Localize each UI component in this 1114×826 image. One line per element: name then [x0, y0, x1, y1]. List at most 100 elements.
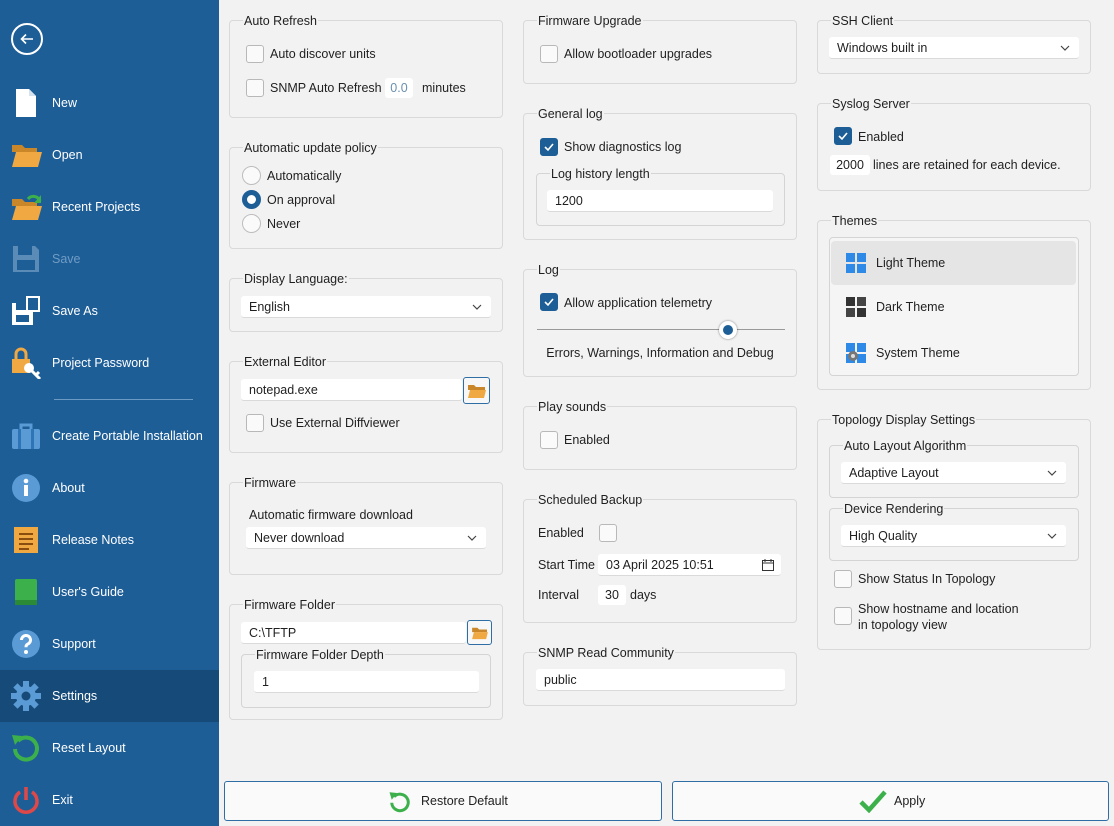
sidebar-item-label: Exit — [52, 793, 73, 807]
save-as-icon — [12, 296, 40, 325]
interval-label: Interval — [538, 588, 579, 602]
sidebar-item-label: Create Portable Installation — [52, 429, 203, 443]
group-title: Firmware — [243, 475, 298, 491]
chevron-down-icon — [1047, 533, 1057, 539]
back-button[interactable] — [11, 23, 43, 55]
syslog-lines-input[interactable]: 2000 — [830, 155, 870, 175]
interval-input[interactable]: 30 — [598, 585, 626, 605]
auto-layout-value: Adaptive Layout — [849, 466, 939, 480]
sidebar-item-recent-projects[interactable]: Recent Projects — [0, 181, 219, 233]
restore-default-label: Restore Default — [421, 794, 508, 808]
group-title: Syslog Server — [831, 96, 911, 112]
play-sounds-checkbox[interactable] — [540, 431, 558, 449]
log-history-input[interactable]: 1200 — [547, 190, 773, 212]
theme-dark-option[interactable]: Dark Theme — [831, 285, 1076, 329]
show-hostname-checkbox[interactable] — [834, 607, 852, 625]
auto-discover-checkbox[interactable] — [246, 45, 264, 63]
sidebar-item-save[interactable]: Save — [0, 233, 219, 285]
sidebar-item-label: Support — [52, 637, 96, 651]
sidebar-item-project-password[interactable]: Project Password — [0, 337, 219, 389]
show-status-label: Show Status In Topology — [858, 572, 996, 586]
firmware-folder-depth-input[interactable]: 1 — [254, 671, 479, 693]
bootloader-upgrade-label: Allow bootloader upgrades — [564, 47, 713, 61]
checkmark-icon — [838, 132, 848, 141]
policy-automatically-radio[interactable] — [242, 166, 261, 185]
group-title: Log — [537, 262, 560, 278]
theme-light-option[interactable]: Light Theme — [831, 241, 1076, 285]
policy-never-radio[interactable] — [242, 214, 261, 233]
group-title: Device Rendering — [843, 501, 945, 517]
telemetry-label: Allow application telemetry — [564, 296, 712, 310]
show-diagnostics-label: Show diagnostics log — [564, 140, 682, 154]
group-title: Firmware Folder — [243, 597, 336, 613]
start-time-picker[interactable]: 03 April 2025 10:51 — [598, 554, 781, 576]
ssh-client-value: Windows built in — [837, 41, 928, 55]
group-title: Scheduled Backup — [537, 492, 644, 508]
sidebar-item-release-notes[interactable]: Release Notes — [0, 514, 219, 566]
sidebar-item-reset-layout[interactable]: Reset Layout — [0, 722, 219, 774]
ssh-client-dropdown[interactable]: Windows built in — [829, 37, 1079, 59]
external-diffviewer-checkbox[interactable] — [246, 414, 264, 432]
external-editor-input[interactable]: notepad.exe — [241, 379, 462, 401]
show-diagnostics-checkbox[interactable] — [540, 138, 558, 156]
topology-display-group: Topology Display Settings Auto Layout Al… — [817, 412, 1091, 650]
group-title: Log history length — [550, 166, 651, 182]
checkmark-icon — [544, 298, 554, 307]
sidebar-item-label: Release Notes — [52, 533, 134, 547]
sidebar-item-create-portable[interactable]: Create Portable Installation — [0, 410, 219, 462]
sidebar-item-label: Project Password — [52, 356, 150, 370]
language-dropdown[interactable]: English — [241, 296, 491, 318]
sidebar-item-support[interactable]: Support — [0, 618, 219, 670]
log-level-slider[interactable] — [537, 329, 785, 330]
ssh-client-group: SSH Client Windows built in — [817, 13, 1091, 74]
device-rendering-dropdown[interactable]: High Quality — [841, 525, 1066, 547]
browse-firmware-folder-button[interactable] — [467, 620, 492, 645]
snmp-auto-refresh-label: SNMP Auto Refresh — [270, 81, 382, 95]
firmware-download-dropdown[interactable]: Never download — [246, 527, 486, 549]
project-password-icon — [12, 347, 42, 379]
info-icon — [12, 474, 40, 502]
theme-label: Light Theme — [876, 256, 946, 270]
apply-button[interactable]: Apply — [672, 781, 1109, 821]
sidebar-item-about[interactable]: About — [0, 462, 219, 514]
telemetry-checkbox[interactable] — [540, 293, 558, 311]
group-title: Firmware Upgrade — [537, 13, 643, 29]
syslog-lines-label: lines are retained for each device. — [873, 158, 1061, 172]
sidebar-item-open[interactable]: Open — [0, 129, 219, 181]
browse-editor-button[interactable] — [463, 377, 490, 404]
snmp-auto-refresh-checkbox[interactable] — [246, 79, 264, 97]
recent-projects-icon — [12, 194, 42, 220]
firmware-folder-depth-group: Firmware Folder Depth 1 — [241, 647, 491, 708]
policy-on-approval-radio[interactable] — [242, 190, 261, 209]
show-status-checkbox[interactable] — [834, 570, 852, 588]
sidebar-item-save-as[interactable]: Save As — [0, 285, 219, 337]
log-level-slider-thumb[interactable] — [719, 321, 737, 339]
sidebar-item-exit[interactable]: Exit — [0, 774, 219, 826]
auto-layout-dropdown[interactable]: Adaptive Layout — [841, 462, 1066, 484]
backup-enabled-checkbox[interactable] — [599, 524, 617, 542]
external-diffviewer-label: Use External Diffviewer — [270, 416, 400, 430]
sidebar-item-users-guide[interactable]: User's Guide — [0, 566, 219, 618]
bootloader-upgrade-checkbox[interactable] — [540, 45, 558, 63]
sidebar-item-new[interactable]: New — [0, 77, 219, 129]
chevron-down-icon — [472, 304, 482, 310]
group-title: Display Language: — [243, 271, 349, 287]
restore-default-button[interactable]: Restore Default — [224, 781, 662, 821]
back-arrow-icon — [20, 33, 33, 45]
policy-never-label: Never — [267, 217, 301, 231]
sidebar-item-label: About — [52, 481, 85, 495]
snmp-community-input[interactable]: public — [536, 669, 785, 691]
language-value: English — [249, 300, 290, 314]
scheduled-backup-group: Scheduled Backup Enabled Start Time 03 A… — [523, 492, 797, 623]
sidebar-item-label: Open — [52, 148, 83, 162]
backup-enabled-label: Enabled — [538, 526, 584, 540]
release-notes-icon — [14, 527, 38, 553]
sidebar-item-settings[interactable]: Settings — [0, 670, 219, 722]
start-time-label: Start Time — [538, 558, 595, 572]
play-sounds-group: Play sounds Enabled — [523, 399, 797, 470]
firmware-folder-input[interactable]: C:\TFTP — [241, 622, 466, 644]
syslog-enabled-checkbox[interactable] — [834, 127, 852, 145]
theme-system-option[interactable]: System Theme — [831, 331, 1076, 375]
minutes-label: minutes — [422, 81, 466, 95]
snmp-refresh-minutes-input[interactable]: 0.0 — [385, 78, 413, 98]
